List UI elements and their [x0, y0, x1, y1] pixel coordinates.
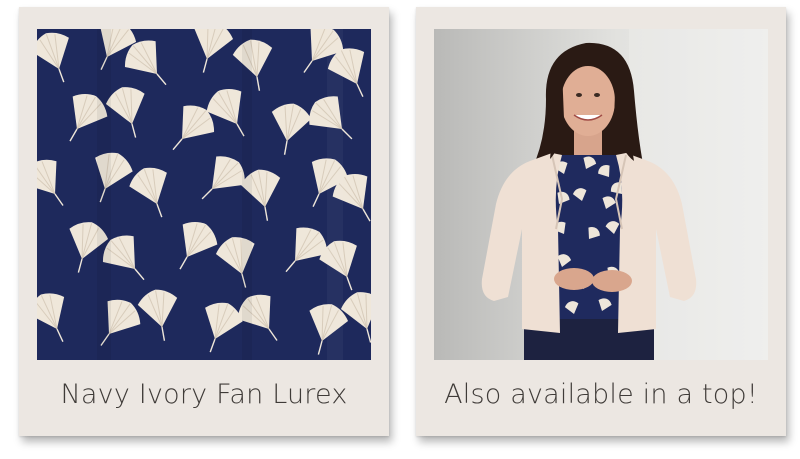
- product-card-fabric: Navy Ivory Fan Lurex: [19, 7, 389, 436]
- model-photo-image: [434, 29, 768, 360]
- product-card-model: Also available in a top!: [416, 7, 786, 436]
- fabric-swatch-image: [37, 29, 371, 360]
- product-caption: Also available in a top!: [444, 379, 758, 410]
- fabric-swatch-illustration: [37, 29, 371, 360]
- product-caption: Navy Ivory Fan Lurex: [60, 379, 348, 410]
- model-photo-illustration: [434, 29, 768, 360]
